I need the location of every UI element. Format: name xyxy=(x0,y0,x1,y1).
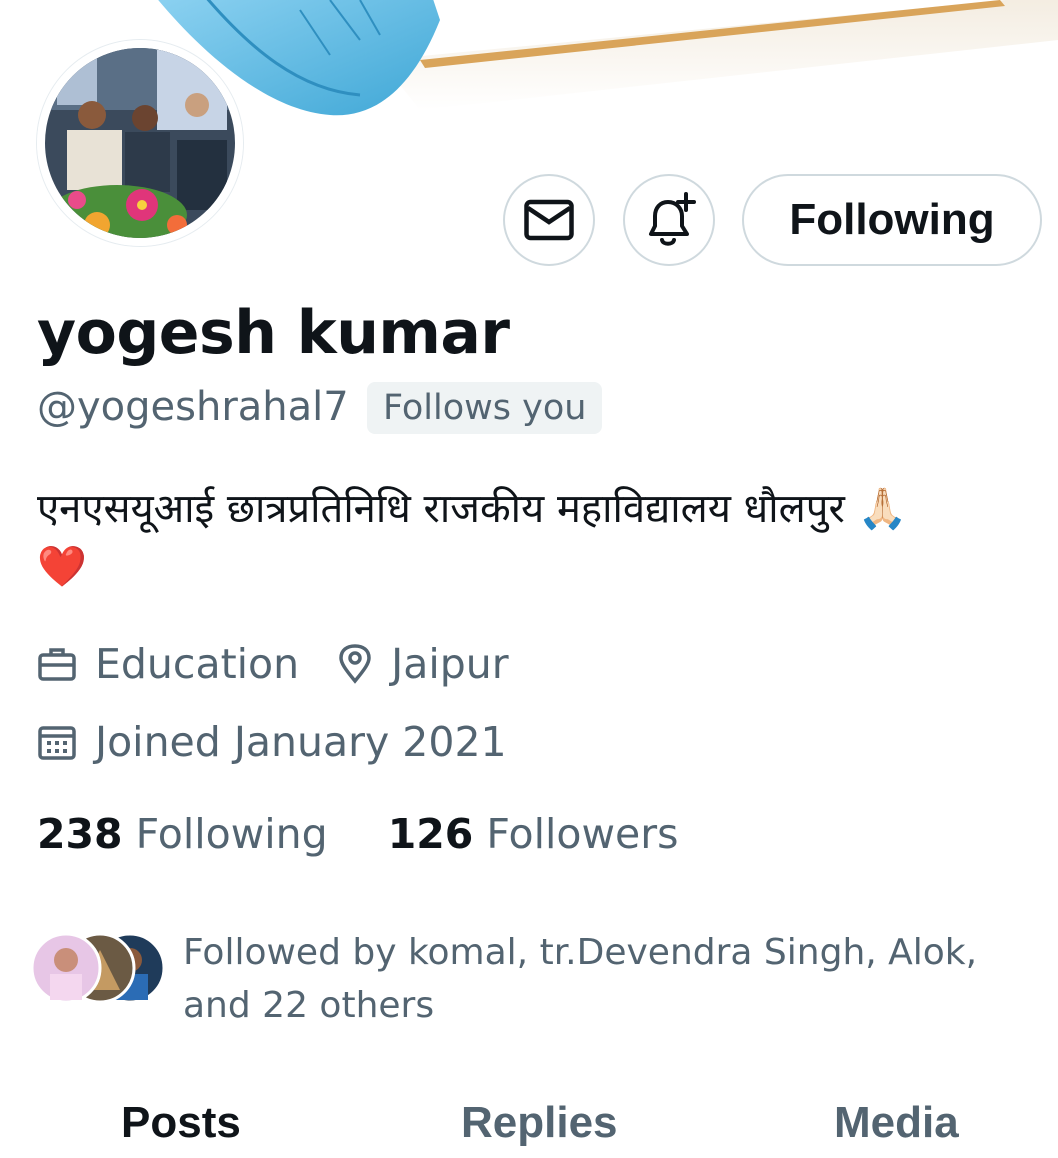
following-count: 238 xyxy=(37,810,123,858)
profile-meta-row: Education Jaipur xyxy=(37,640,509,688)
mail-icon xyxy=(524,199,574,241)
tab-replies[interactable]: Replies xyxy=(461,1098,618,1148)
profile-avatar[interactable] xyxy=(37,40,243,246)
briefcase-icon xyxy=(38,648,76,681)
location-pin-icon xyxy=(339,644,371,684)
calendar-icon xyxy=(38,726,76,760)
tab-media[interactable]: Media xyxy=(834,1098,959,1148)
profile-tabs: Posts Replies Media xyxy=(0,1098,1058,1158)
followed-by-avatars[interactable] xyxy=(30,930,170,1006)
user-handle: @yogeshrahal7 xyxy=(37,384,349,430)
following-stat[interactable]: 238 Following xyxy=(37,810,341,858)
display-name: yogesh kumar xyxy=(37,298,510,368)
message-button[interactable] xyxy=(503,174,595,266)
notifications-button[interactable] xyxy=(623,174,715,266)
profile-bio: एनएसयूआई छात्रप्रतिनिधि राजकीय महाविद्या… xyxy=(37,480,1027,596)
followers-label: Followers xyxy=(486,810,679,858)
followers-stat[interactable]: 126 Followers xyxy=(388,810,679,858)
follows-you-badge: Follows you xyxy=(367,382,603,434)
tab-posts[interactable]: Posts xyxy=(121,1098,241,1148)
profile-location: Jaipur xyxy=(391,640,509,688)
bell-plus-icon xyxy=(649,192,696,246)
bio-heart-emoji: ❤️ xyxy=(37,544,87,590)
profile-category: Education xyxy=(95,640,300,688)
followed-by-text[interactable]: Followed by komal, tr.Devendra Singh, Al… xyxy=(183,926,1003,1032)
following-button[interactable]: Following xyxy=(742,174,1042,266)
bio-text: एनएसयूआई छात्रप्रतिनिधि राजकीय महाविद्या… xyxy=(37,486,908,532)
profile-stats: 238 Following 126 Followers xyxy=(37,810,678,858)
followers-count: 126 xyxy=(387,810,474,858)
profile-joined-row: Joined January 2021 xyxy=(37,718,507,766)
profile-joined-date: Joined January 2021 xyxy=(95,718,507,766)
following-label: Following xyxy=(135,810,328,858)
